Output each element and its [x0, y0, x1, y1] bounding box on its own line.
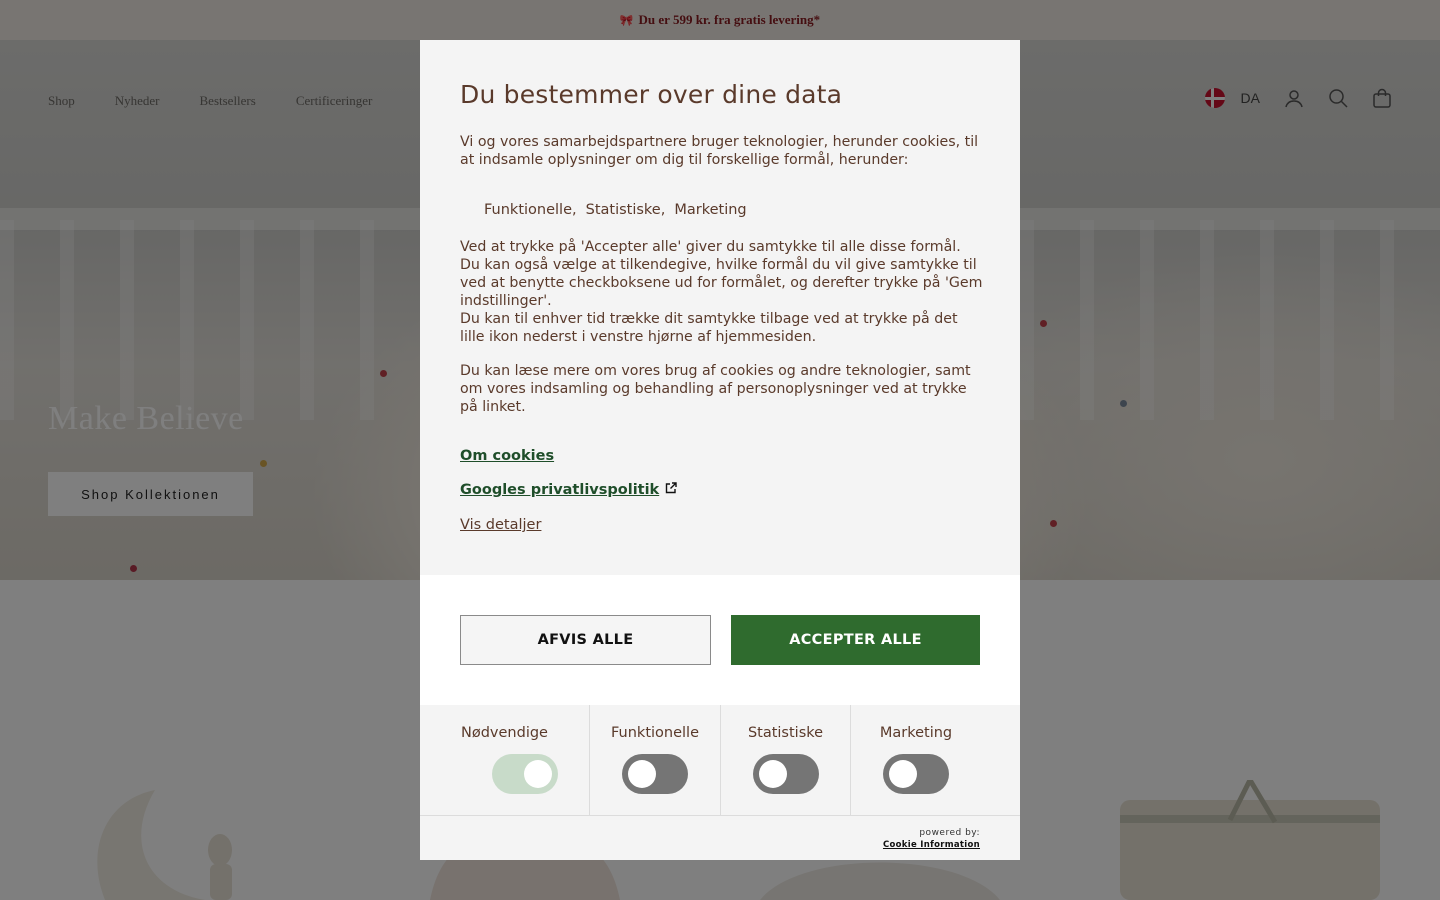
purpose-statistics: Statistiske,	[585, 202, 666, 218]
reject-all-button[interactable]: AFVIS ALLE	[460, 615, 711, 665]
purpose-marketing: Marketing	[674, 202, 747, 218]
purpose-functional: Funktionelle,	[484, 202, 577, 218]
necessary-toggle	[492, 754, 558, 794]
category-necessary: Nødvendige	[420, 705, 590, 815]
category-functional-label: Funktionelle	[611, 725, 699, 741]
functional-toggle[interactable]	[622, 754, 688, 794]
consent-intro: Vi og vores samarbejdspartnere bruger te…	[460, 134, 979, 168]
category-marketing-label: Marketing	[879, 725, 953, 741]
consent-withdraw-explanation: Du kan til enhver tid trække dit samtykk…	[460, 311, 958, 345]
category-necessary-label: Nødvendige	[461, 725, 548, 741]
show-details-link[interactable]: Vis detaljer	[460, 517, 541, 533]
google-privacy-link[interactable]: Googles privatlivspolitik	[460, 482, 677, 498]
marketing-toggle[interactable]	[883, 754, 949, 794]
toggle-knob	[889, 760, 917, 788]
consent-body-3: Du kan læse mere om vores brug af cookie…	[460, 363, 971, 415]
consent-accept-explanation: Ved at trykke på 'Accepter alle' giver d…	[460, 239, 983, 309]
powered-by-label: powered by:	[919, 828, 980, 838]
powered-by-footer: powered by: Cookie Information	[420, 815, 1020, 860]
accept-all-button[interactable]: ACCEPTER ALLE	[731, 615, 980, 665]
consent-button-area: AFVIS ALLE ACCEPTER ALLE	[420, 575, 1020, 705]
toggle-knob	[524, 760, 552, 788]
cookie-consent-dialog: Du bestemmer over dine data Vi og vores …	[420, 40, 1020, 860]
category-statistics-label: Statistiske	[747, 725, 824, 741]
consent-body-1: Ved at trykke på 'Accepter alle' giver d…	[460, 238, 985, 346]
external-link-icon	[665, 482, 677, 498]
toggle-knob	[628, 760, 656, 788]
consent-title: Du bestemmer over dine data	[460, 80, 843, 109]
statistics-toggle[interactable]	[753, 754, 819, 794]
toggle-knob	[759, 760, 787, 788]
google-privacy-link-label: Googles privatlivspolitik	[460, 482, 660, 498]
consent-purpose-list: Funktionelle, Statistiske, Marketing	[484, 202, 747, 218]
category-statistics: Statistiske	[721, 705, 851, 815]
category-functional: Funktionelle	[590, 705, 721, 815]
about-cookies-link[interactable]: Om cookies	[460, 448, 554, 464]
consent-category-toggles: Nødvendige Funktionelle Statistiske Mark…	[420, 705, 1020, 815]
cookie-information-link[interactable]: Cookie Information	[883, 840, 980, 850]
category-marketing: Marketing	[851, 705, 1020, 815]
